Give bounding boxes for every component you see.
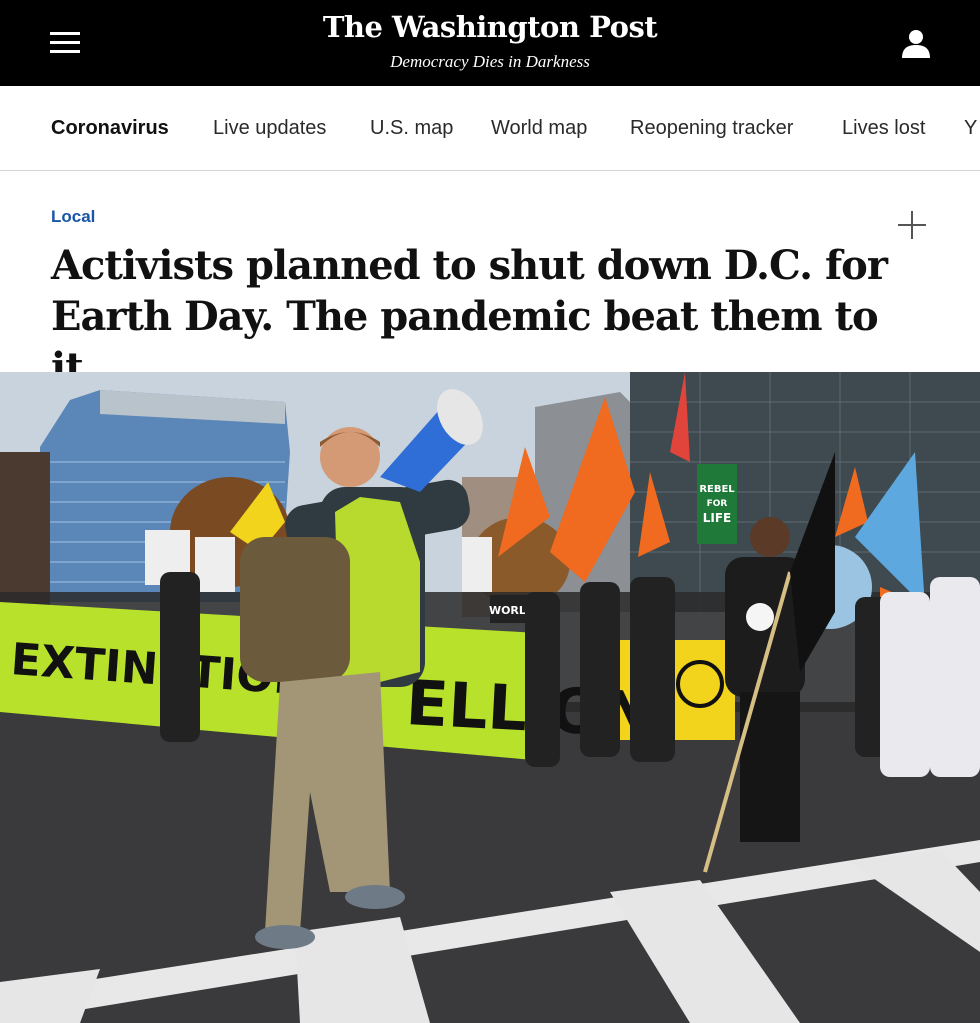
rebel-sign-text: LIFE (703, 511, 732, 525)
nav-item-coronavirus[interactable]: Coronavirus (51, 117, 169, 140)
tagline: Democracy Dies in Darkness (390, 52, 590, 71)
masthead: The Washington Post Democracy Dies in Da… (0, 0, 980, 86)
shoe (255, 925, 315, 949)
plus-icon-graphic (898, 211, 926, 239)
nav-item-reopening-tracker[interactable]: Reopening tracker (630, 117, 793, 140)
nav-item-live-updates[interactable]: Live updates (213, 117, 326, 140)
megaphone-man-head (320, 427, 380, 487)
rebel-sign-text: FOR (707, 499, 728, 509)
nav-item-world-map[interactable]: World map (491, 117, 587, 140)
nav-item-truncated[interactable]: Y (964, 117, 977, 140)
protest-sign (462, 537, 492, 592)
site-logo[interactable]: The Washington Post (0, 10, 980, 44)
backpack (240, 537, 350, 682)
topic-nav: Coronavirus Live updates U.S. map World … (0, 86, 980, 171)
white-disc (746, 603, 774, 631)
left-trees (0, 452, 50, 612)
protest-photo: REBEL FOR LIFE WORLD EXTINCTION ELLION W… (0, 372, 980, 1023)
rebel-sign-text: REBEL (699, 484, 735, 495)
lead-photo[interactable]: REBEL FOR LIFE WORLD EXTINCTION ELLION W… (0, 372, 980, 1023)
user-icon-graphic (902, 30, 930, 58)
flag-holder-head (750, 517, 790, 557)
shoe (345, 885, 405, 909)
headline[interactable]: Activists planned to shut down D.C. for … (51, 240, 931, 393)
plus-icon[interactable] (896, 209, 928, 241)
nav-item-us-map[interactable]: U.S. map (370, 117, 453, 140)
user-icon[interactable] (900, 28, 932, 60)
nav-item-lives-lost[interactable]: Lives lost (842, 117, 925, 140)
section-kicker[interactable]: Local (51, 207, 95, 227)
protest-sign (195, 537, 235, 592)
